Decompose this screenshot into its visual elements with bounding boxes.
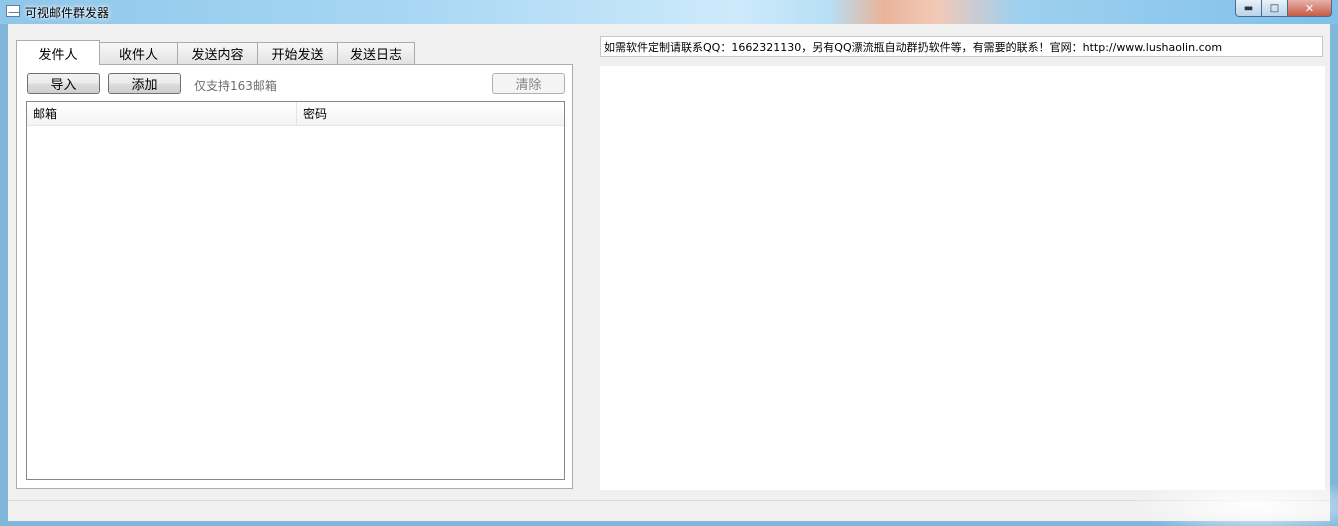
- tab-strip: 发件人 收件人 发送内容 开始发送 发送日志: [16, 40, 415, 65]
- import-button[interactable]: 导入: [27, 73, 100, 94]
- clear-button[interactable]: 清除: [492, 73, 565, 94]
- tab-send-log[interactable]: 发送日志: [337, 42, 415, 64]
- list-header: 邮箱 密码: [27, 102, 564, 126]
- tab-recipients[interactable]: 收件人: [99, 42, 178, 64]
- close-icon: ✕: [1304, 1, 1315, 15]
- close-button[interactable]: ✕: [1288, 0, 1332, 17]
- contact-info-field[interactable]: 如需软件定制请联系QQ：1662321130，另有QQ漂流瓶自动群扔软件等，有需…: [600, 36, 1323, 57]
- preview-area[interactable]: [600, 66, 1325, 490]
- hint-text: 仅支持163邮箱: [194, 79, 277, 93]
- minimize-button[interactable]: ▬: [1235, 0, 1262, 17]
- maximize-button[interactable]: □: [1262, 0, 1288, 17]
- title-bar[interactable]: 可视邮件群发器 ▬ □ ✕: [0, 0, 1338, 24]
- column-header-email[interactable]: 邮箱: [27, 102, 297, 125]
- window-title: 可视邮件群发器: [25, 6, 110, 20]
- maximize-icon: □: [1269, 2, 1280, 14]
- add-button[interactable]: 添加: [108, 73, 181, 94]
- tab-content[interactable]: 发送内容: [177, 42, 258, 64]
- column-header-password[interactable]: 密码: [297, 102, 564, 125]
- window-controls: ▬ □ ✕: [1235, 0, 1332, 18]
- mail-icon: [6, 5, 20, 17]
- main-window-client: 发件人 收件人 发送内容 开始发送 发送日志 导入 添加 仅支持163邮箱 清除…: [8, 24, 1330, 500]
- minimize-icon: ▬: [1243, 2, 1254, 14]
- tab-sender[interactable]: 发件人: [16, 40, 100, 65]
- sender-tab-panel: 导入 添加 仅支持163邮箱 清除 邮箱 密码: [16, 64, 573, 489]
- sender-list[interactable]: 邮箱 密码: [26, 101, 565, 480]
- tab-start-sending[interactable]: 开始发送: [257, 42, 338, 64]
- decorative-glow: [1128, 476, 1338, 526]
